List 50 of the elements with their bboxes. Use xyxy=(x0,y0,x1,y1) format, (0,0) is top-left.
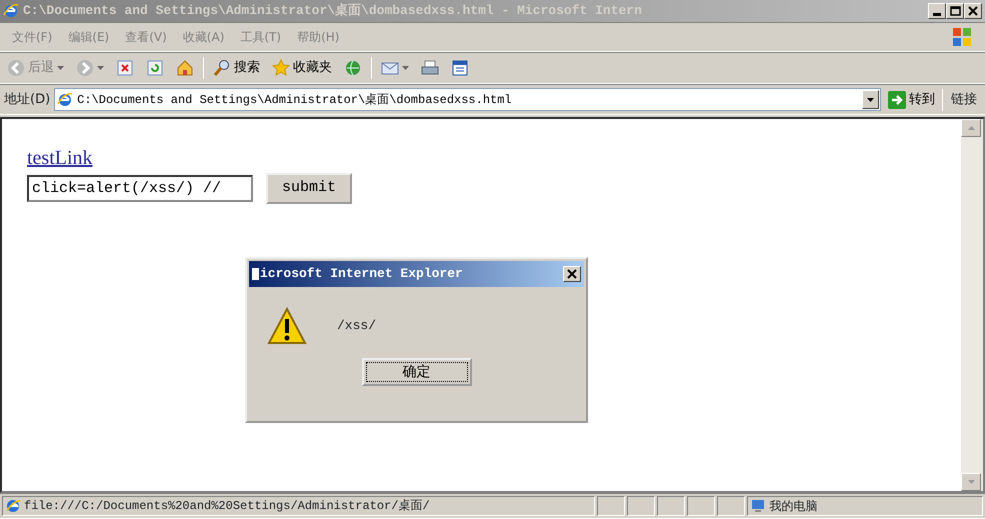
scroll-up-button[interactable] xyxy=(961,119,981,137)
globe-icon xyxy=(344,59,362,77)
printer-icon xyxy=(421,59,439,77)
computer-icon xyxy=(751,499,766,513)
document-icon xyxy=(451,59,469,77)
close-button[interactable] xyxy=(563,266,581,282)
status-text: file:///C:/Documents%20and%20Settings/Administrator/桌面/ xyxy=(2,496,596,516)
dialog-message: /xss/ xyxy=(337,317,376,336)
address-label: 地址(D) xyxy=(4,90,50,109)
down-arrow-icon xyxy=(968,480,974,484)
minimize-button[interactable] xyxy=(928,3,946,19)
windows-logo-icon xyxy=(951,25,973,49)
warning-icon xyxy=(267,307,307,345)
close-icon xyxy=(566,268,578,280)
address-combo[interactable]: C:\Documents and Settings\Administrator\桌面\dombasedxss.html xyxy=(54,88,881,111)
star-icon xyxy=(272,59,290,77)
page-icon xyxy=(6,499,20,513)
search-icon xyxy=(213,59,231,77)
scroll-down-button[interactable] xyxy=(961,473,981,491)
minimize-icon xyxy=(933,13,941,16)
zone-pane: 我的电脑 xyxy=(747,496,984,516)
search-button[interactable]: 搜索 xyxy=(210,56,263,80)
status-pane xyxy=(687,496,716,516)
caret-icon xyxy=(867,98,874,102)
status-pane xyxy=(627,496,656,516)
maximize-button[interactable] xyxy=(946,3,964,19)
ie-icon xyxy=(3,3,19,19)
status-pane xyxy=(597,496,626,516)
go-button[interactable]: 转到 xyxy=(885,88,938,112)
dropdown-button[interactable] xyxy=(862,90,879,109)
maximize-icon xyxy=(949,5,961,17)
stop-icon xyxy=(116,59,134,77)
ok-button[interactable]: 确定 xyxy=(362,358,472,386)
favorites-button[interactable]: 收藏夹 xyxy=(269,56,335,80)
status-pane xyxy=(657,496,686,516)
close-button[interactable] xyxy=(964,3,982,19)
text-input[interactable]: click=alert(/xss/) // xyxy=(27,174,253,202)
home-icon xyxy=(176,59,194,77)
forward-icon xyxy=(76,59,94,77)
page-icon xyxy=(57,92,74,108)
refresh-icon xyxy=(146,59,164,77)
test-link[interactable]: testLink xyxy=(27,147,93,169)
links-button[interactable]: 链接 xyxy=(947,90,981,110)
submit-button[interactable]: submit xyxy=(266,173,352,204)
close-icon xyxy=(967,5,979,17)
up-arrow-icon xyxy=(968,126,974,130)
scrollbar[interactable] xyxy=(961,119,983,491)
dialog-title: icrosoft Internet Explorer xyxy=(252,264,463,284)
back-icon xyxy=(7,59,25,77)
status-pane xyxy=(717,496,746,516)
